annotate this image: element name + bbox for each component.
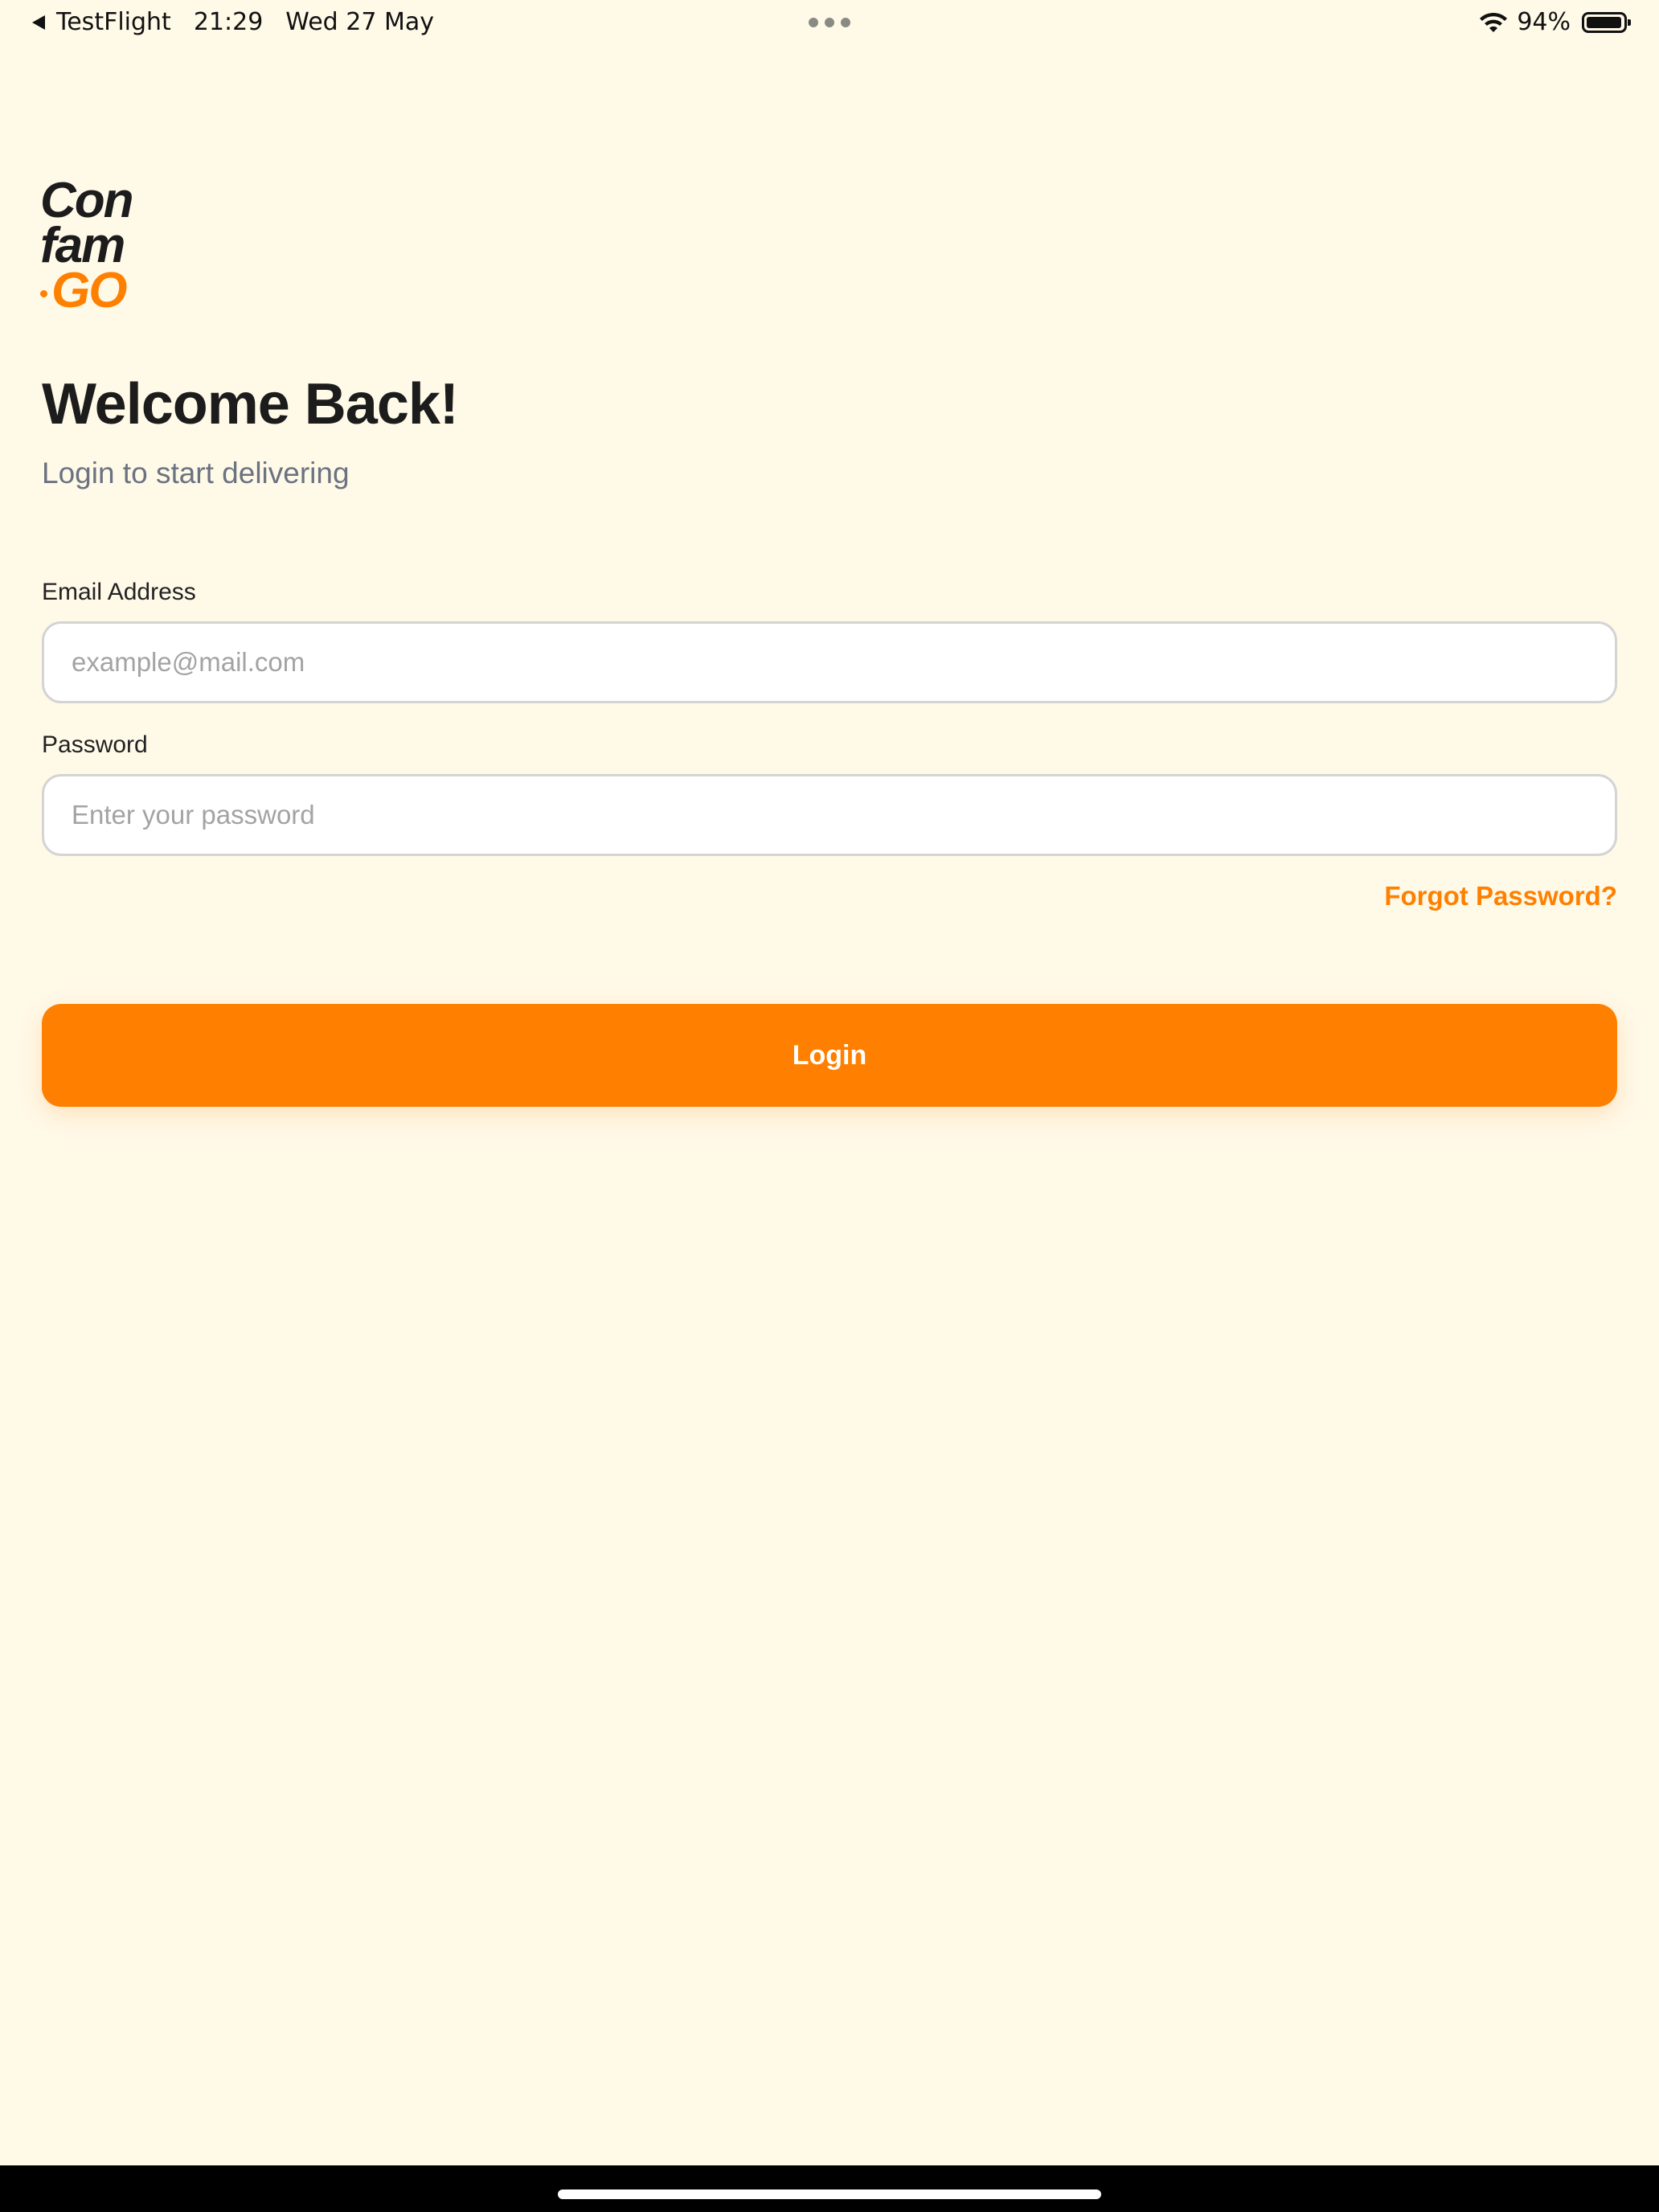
dot <box>825 18 834 27</box>
email-field[interactable] <box>42 621 1617 703</box>
page-subtitle: Login to start delivering <box>42 457 350 490</box>
app-logo: Con fam GO <box>40 173 161 318</box>
back-arrow-icon[interactable] <box>32 14 45 30</box>
home-bar-area <box>0 2165 1659 2212</box>
logo-line-3: GO <box>40 263 161 318</box>
forgot-password-link[interactable]: Forgot Password? <box>1384 881 1617 911</box>
status-left: TestFlight 21:29 Wed 27 May <box>32 8 434 36</box>
dot <box>841 18 850 27</box>
logo-dot-icon <box>40 289 47 297</box>
login-button[interactable]: Login <box>42 1004 1617 1107</box>
wifi-icon <box>1480 12 1508 32</box>
battery-percentage: 94% <box>1517 8 1571 36</box>
dot <box>809 18 818 27</box>
page-title: Welcome Back! <box>42 372 459 436</box>
back-to-app-link[interactable]: TestFlight <box>56 8 171 36</box>
status-date: Wed 27 May <box>285 8 434 36</box>
home-indicator[interactable] <box>558 2189 1101 2199</box>
status-right: 94% <box>1478 8 1631 36</box>
logo-line-1: Con <box>40 173 134 228</box>
logo-go-text: GO <box>51 263 127 318</box>
password-label: Password <box>42 731 148 758</box>
password-field[interactable] <box>42 774 1617 856</box>
status-bar: TestFlight 21:29 Wed 27 May 94% <box>0 0 1659 45</box>
battery-icon <box>1582 11 1631 33</box>
email-label: Email Address <box>42 579 196 605</box>
logo-line-2: fam <box>40 218 125 273</box>
status-time: 21:29 <box>193 8 264 36</box>
more-dots-icon[interactable] <box>809 18 850 27</box>
